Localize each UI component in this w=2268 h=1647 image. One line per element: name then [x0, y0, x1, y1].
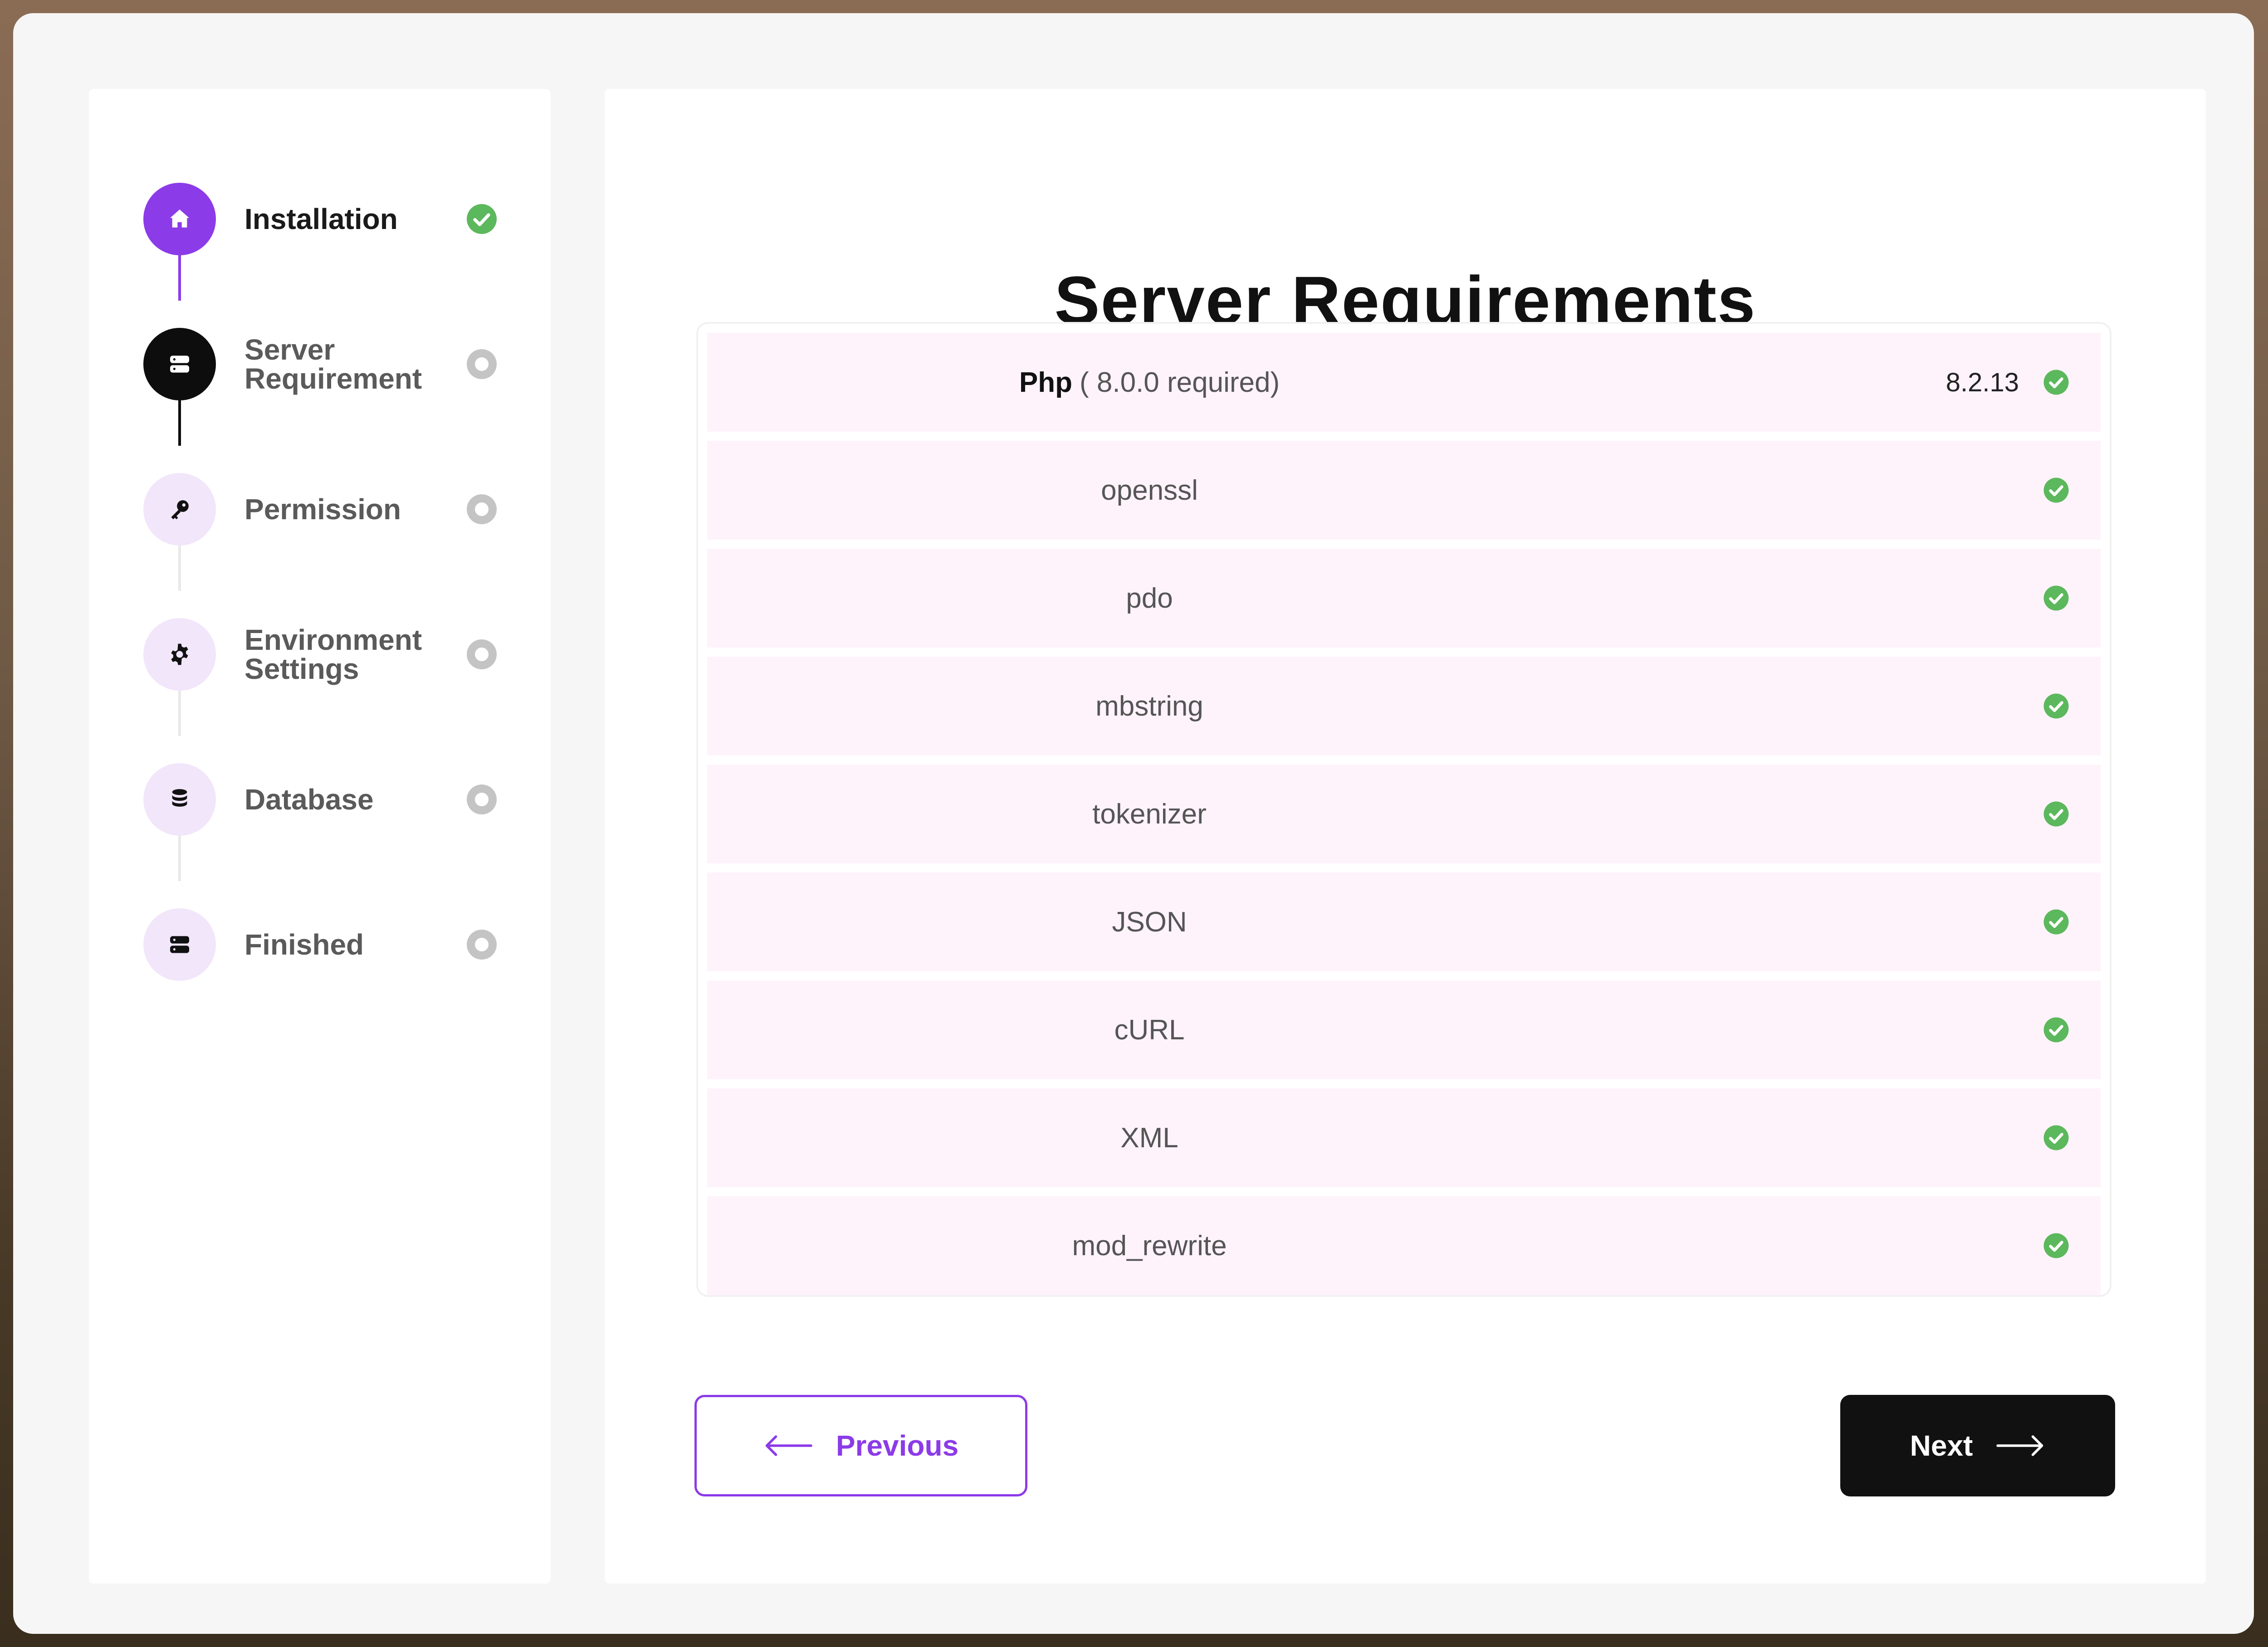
stepper-sidebar: Installation Server Requirement Permissi…	[89, 89, 551, 1584]
step-environment-settings[interactable]: Environment Settings	[143, 618, 524, 691]
next-button[interactable]: Next	[1840, 1395, 2115, 1496]
database-icon	[143, 763, 216, 836]
check-circle-icon	[2043, 1125, 2069, 1150]
requirements-list: Php ( 8.0.0 required) 8.2.13 openssl pdo…	[696, 322, 2112, 1297]
step-label: Environment Settings	[244, 624, 422, 685]
requirement-row: pdo	[707, 549, 2101, 648]
requirement-name: XML	[1120, 1122, 1178, 1154]
requirement-row: mbstring	[707, 657, 2101, 755]
requirement-row: tokenizer	[707, 765, 2101, 863]
step-server-requirement[interactable]: Server Requirement	[143, 328, 524, 400]
requirement-row: mod_rewrite	[707, 1196, 2101, 1295]
check-circle-icon	[2043, 370, 2069, 395]
requirement-name: tokenizer	[1092, 798, 1207, 830]
pending-circle-icon	[467, 785, 497, 814]
check-circle-icon	[467, 204, 497, 234]
home-icon	[143, 183, 216, 255]
arrow-left-icon	[765, 1435, 812, 1456]
pending-circle-icon	[467, 930, 497, 960]
step-permission[interactable]: Permission	[143, 473, 524, 546]
check-circle-icon	[2043, 801, 2069, 827]
step-label: Database	[244, 783, 374, 816]
check-circle-icon	[2043, 1017, 2069, 1043]
step-label: Server Requirement	[244, 333, 422, 395]
requirement-name: mod_rewrite	[1072, 1230, 1227, 1262]
arrow-right-icon	[1996, 1435, 2043, 1456]
pending-circle-icon	[467, 494, 497, 524]
next-button-label: Next	[1910, 1429, 1973, 1462]
main-panel: Server Requirements Php ( 8.0.0 required…	[605, 89, 2206, 1584]
step-database[interactable]: Database	[143, 763, 524, 836]
requirement-name: JSON	[1112, 906, 1187, 938]
step-installation[interactable]: Installation	[143, 183, 524, 255]
requirement-row: cURL	[707, 980, 2101, 1079]
requirement-row-php: Php ( 8.0.0 required) 8.2.13	[707, 333, 2101, 432]
server-icon	[143, 328, 216, 400]
php-label: Php	[1019, 366, 1072, 398]
requirement-name: openssl	[1101, 474, 1198, 506]
previous-button[interactable]: Previous	[694, 1395, 1027, 1496]
requirement-row: XML	[707, 1088, 2101, 1187]
requirement-name: Php ( 8.0.0 required)	[707, 333, 1592, 432]
server-icon	[143, 908, 216, 981]
requirement-row: JSON	[707, 872, 2101, 971]
php-installed-version: 8.2.13	[1945, 367, 2019, 397]
requirement-name: mbstring	[1095, 690, 1203, 722]
check-circle-icon	[2043, 478, 2069, 503]
check-circle-icon	[2043, 1233, 2069, 1258]
step-finished[interactable]: Finished	[143, 908, 524, 981]
installer-window: Installation Server Requirement Permissi…	[13, 13, 2254, 1634]
check-circle-icon	[2043, 585, 2069, 611]
pending-circle-icon	[467, 349, 497, 379]
check-circle-icon	[2043, 909, 2069, 935]
key-icon	[143, 473, 216, 546]
php-required-version: ( 8.0.0 required)	[1079, 366, 1280, 398]
gear-icon	[143, 618, 216, 691]
previous-button-label: Previous	[836, 1429, 959, 1462]
check-circle-icon	[2043, 693, 2069, 719]
pending-circle-icon	[467, 639, 497, 669]
requirement-name: cURL	[1114, 1014, 1185, 1046]
step-label: Permission	[244, 493, 401, 526]
requirement-row: openssl	[707, 441, 2101, 540]
requirement-name: pdo	[1126, 582, 1173, 614]
step-label: Finished	[244, 928, 364, 961]
step-label: Installation	[244, 203, 398, 235]
